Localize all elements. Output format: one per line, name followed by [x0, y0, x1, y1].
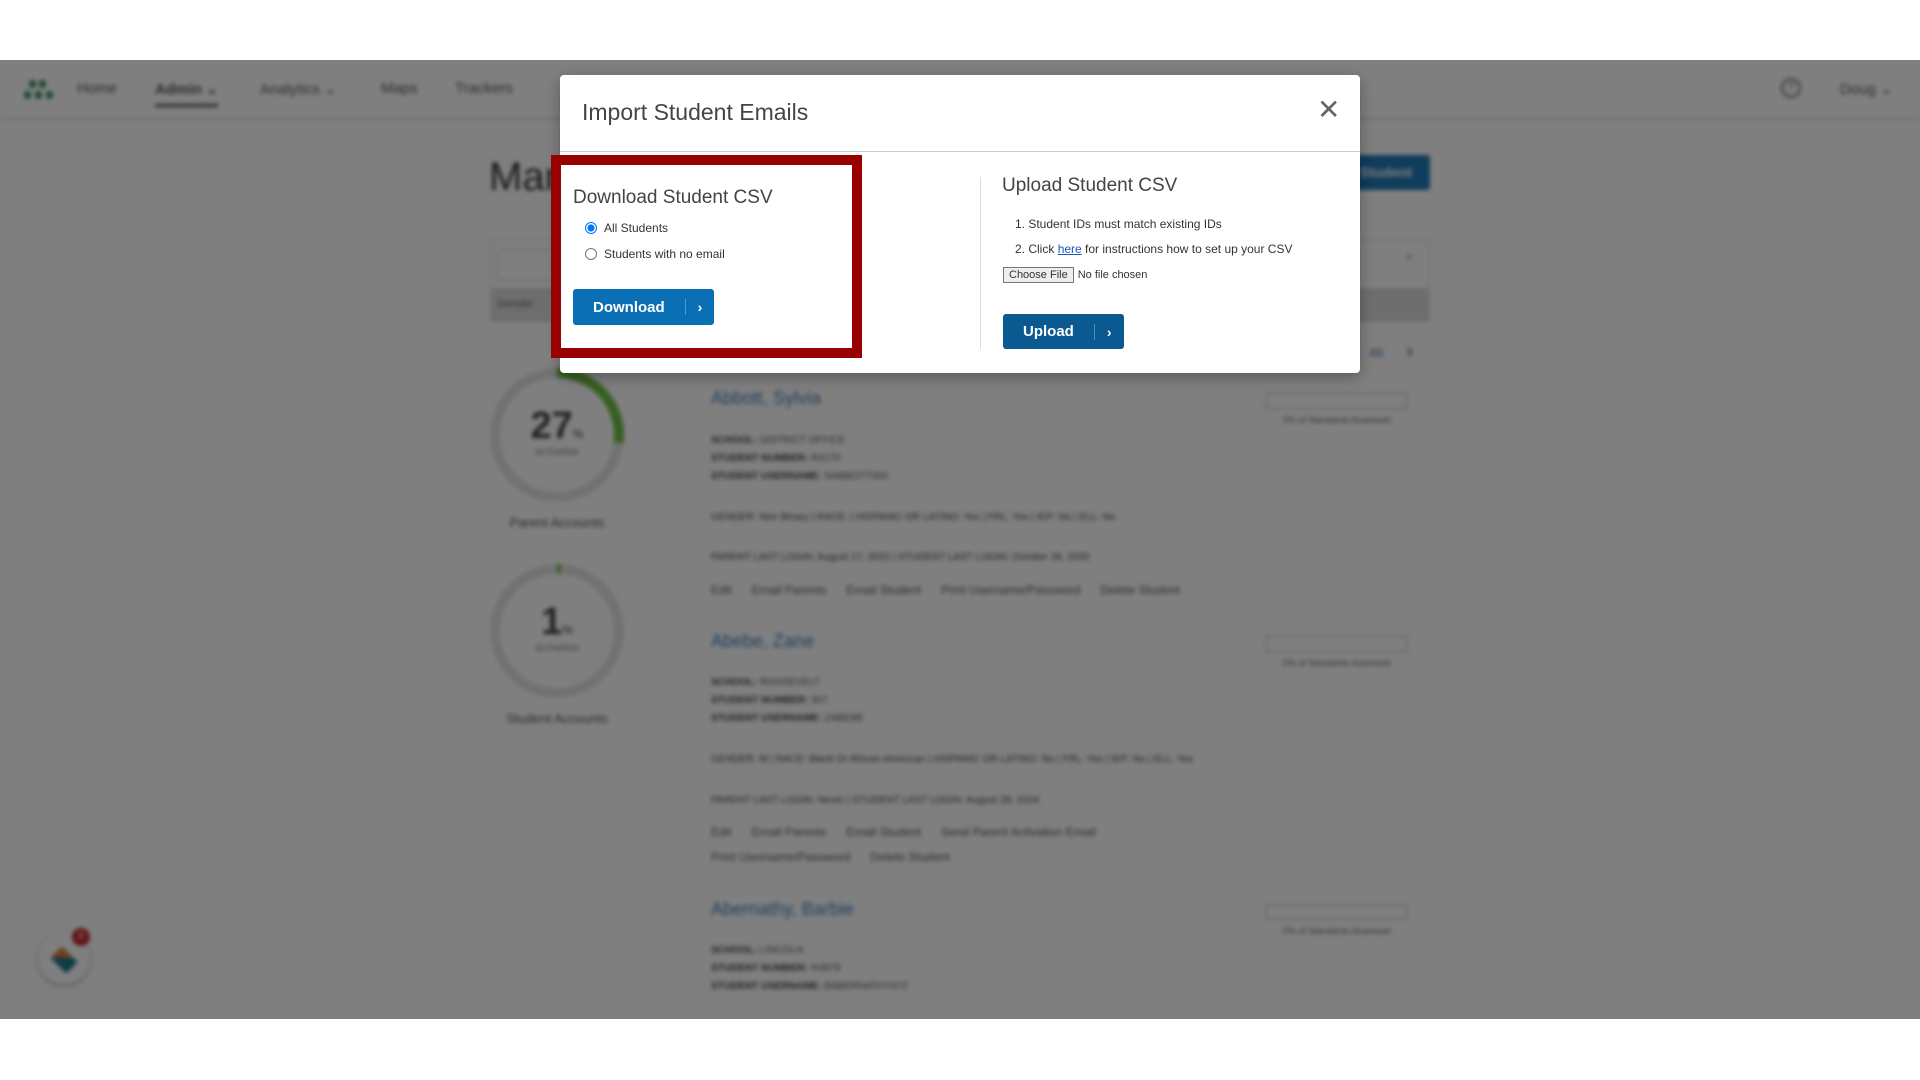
no-file-label: No file chosen: [1077, 269, 1148, 281]
download-section-highlight: Download Student CSV All Students Studen…: [551, 155, 862, 358]
download-label: Download: [593, 298, 665, 316]
close-icon[interactable]: ✕: [1317, 93, 1340, 126]
modal-title: Import Student Emails: [582, 99, 809, 125]
file-input[interactable]: Choose File No file chosen: [1003, 267, 1147, 283]
radio-input[interactable]: [585, 248, 597, 260]
chevron-right-icon: ›: [1093, 323, 1124, 340]
upload-button[interactable]: Upload ›: [1003, 314, 1124, 349]
upload-step-2: 2. Click here for instructions how to se…: [1015, 242, 1292, 256]
choose-file-button[interactable]: Choose File: [1003, 267, 1074, 283]
radio-all-students[interactable]: All Students: [585, 221, 668, 235]
download-heading: Download Student CSV: [573, 187, 773, 208]
modal-header: Import Student Emails ✕: [560, 75, 1360, 152]
upload-heading: Upload Student CSV: [1002, 175, 1178, 196]
chevron-right-icon: ›: [684, 299, 715, 315]
radio-label: Students with no email: [604, 247, 725, 261]
upload-label: Upload: [1023, 323, 1074, 340]
step-text: 2. Click: [1015, 242, 1058, 256]
column-divider: [980, 177, 981, 349]
radio-no-email[interactable]: Students with no email: [585, 247, 725, 261]
upload-step-1: 1. Student IDs must match existing IDs: [1015, 217, 1222, 231]
download-button[interactable]: Download ›: [573, 289, 715, 325]
step-text: for instructions how to set up your CSV: [1081, 242, 1293, 256]
app: Home Admin ⌄ Analytics ⌄ Maps Trackers ?…: [0, 60, 1920, 1019]
instructions-link[interactable]: here: [1058, 242, 1082, 256]
radio-input[interactable]: [585, 222, 597, 234]
radio-label: All Students: [604, 221, 669, 235]
